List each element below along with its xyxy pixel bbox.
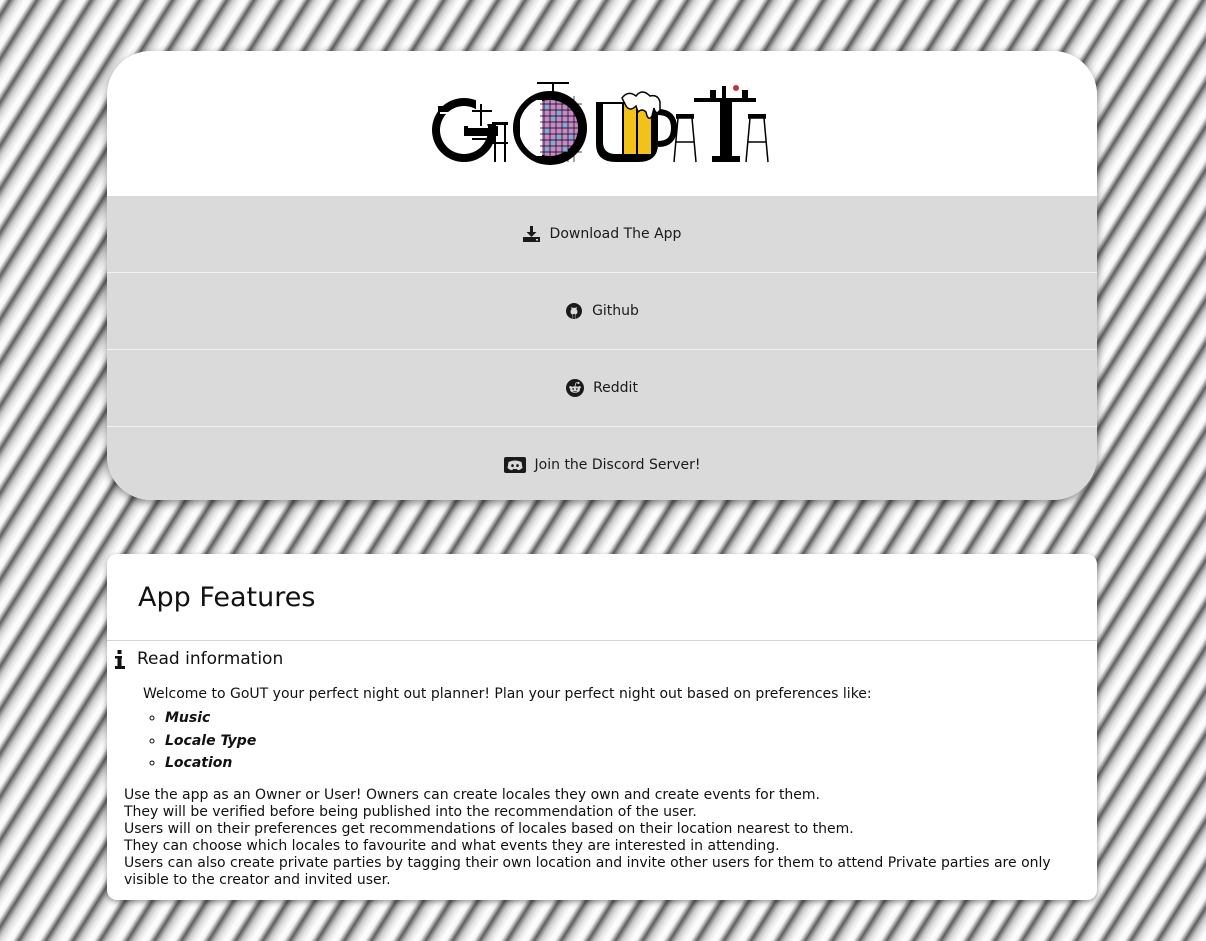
read-information-heading: Read information: [107, 641, 1097, 669]
features-title: App Features: [107, 554, 1097, 641]
discord-label: Join the Discord Server!: [534, 457, 701, 473]
preference-music: Music: [165, 707, 1097, 730]
description-line: Users can also create private parties by…: [124, 854, 1051, 888]
github-link[interactable]: Github: [107, 272, 1097, 349]
app-features-card: App Features Read information Welcome to…: [107, 554, 1097, 900]
reddit-link[interactable]: Reddit: [107, 349, 1097, 426]
logo-letter-t: [673, 84, 769, 162]
logo-letter-u: [596, 90, 678, 162]
preference-locale-type: Locale Type: [165, 730, 1097, 753]
download-app-link[interactable]: Download The App: [107, 196, 1097, 272]
links-card: Download The App Github Reddit Join the …: [107, 51, 1097, 500]
logo-letter-g: [432, 97, 508, 162]
logo-letter-o: [513, 81, 587, 165]
description-line: They can choose which locales to favouri…: [124, 837, 780, 854]
github-label: Github: [592, 303, 639, 319]
preference-location: Location: [165, 752, 1097, 775]
description-line: Use the app as an Owner or User! Owners …: [124, 786, 821, 803]
description-line: Users will on their preferences get reco…: [124, 820, 854, 837]
info-icon: [115, 649, 125, 669]
logo-area: [107, 51, 1097, 196]
reddit-icon: [566, 379, 585, 397]
description-line: They will be verified before being publi…: [124, 803, 697, 820]
preferences-list: Music Locale Type Location: [107, 707, 1097, 775]
discord-icon: [503, 456, 526, 474]
github-icon: [565, 302, 583, 320]
read-information-label: Read information: [137, 649, 284, 669]
features-description: Use the app as an Owner or User! Owners …: [124, 787, 1074, 889]
reddit-label: Reddit: [593, 380, 638, 396]
discord-link[interactable]: Join the Discord Server!: [107, 426, 1097, 500]
download-app-label: Download The App: [549, 226, 682, 242]
download-icon: [523, 225, 541, 243]
gout-logo: [432, 81, 769, 165]
welcome-text: Welcome to GoUT your perfect night out p…: [143, 686, 872, 702]
